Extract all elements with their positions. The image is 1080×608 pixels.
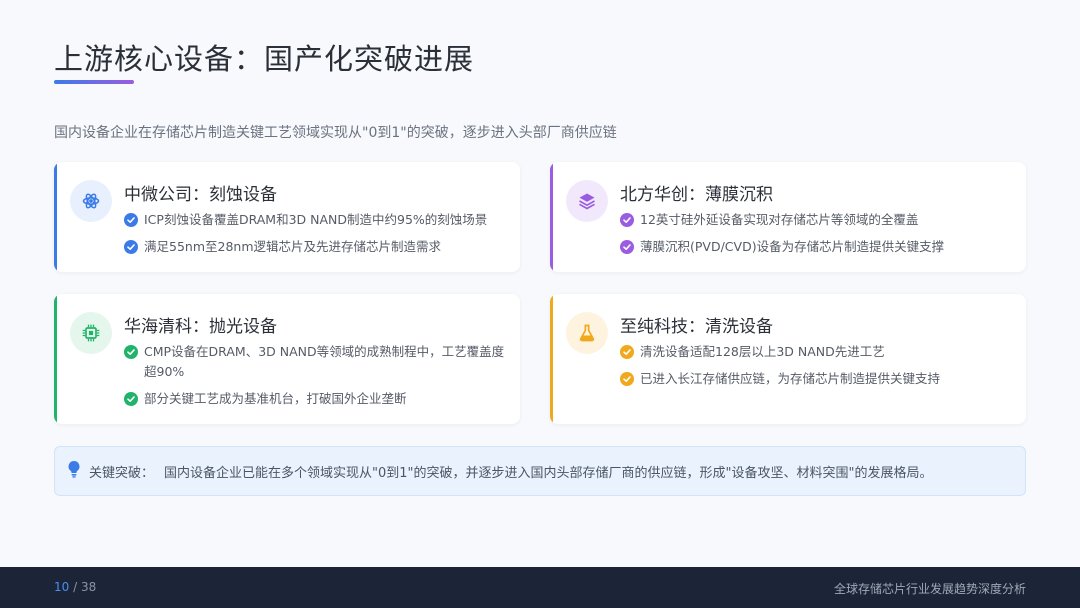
check-circle-icon <box>620 372 634 386</box>
title-underline <box>54 80 134 84</box>
check-circle-icon <box>124 240 138 254</box>
card-title: 北方华创：薄膜沉积 <box>620 185 773 205</box>
card-cleaning: 至纯科技：清洗设备 清洗设备适配128层以上3D NAND先进工艺 已进入长江存… <box>550 294 1026 424</box>
item-text: 已进入长江存储供应链，为存储芯片制造提供关键支持 <box>640 371 941 386</box>
callout-text: 国内设备企业已能在多个领域实现从"0到1"的突破，并逐步进入国内头部存储厂商的供… <box>164 465 933 481</box>
footer-bar: 10 / 38 全球存储芯片行业发展趋势深度分析 <box>0 567 1080 608</box>
key-breakthrough-callout: 关键突破： 国内设备企业已能在多个领域实现从"0到1"的突破，并逐步进入国内头部… <box>54 446 1026 496</box>
chip-icon <box>70 312 112 354</box>
total-pages: / 38 <box>73 580 97 594</box>
list-item: ICP刻蚀设备覆盖DRAM和3D NAND制造中约95%的刻蚀场景 <box>124 210 506 230</box>
check-circle-icon <box>620 345 634 359</box>
card-title: 至纯科技：清洗设备 <box>620 317 773 337</box>
list-item: 满足55nm至28nm逻辑芯片及先进存储芯片制造需求 <box>124 237 506 257</box>
list-item: 部分关键工艺成为基准机台，打破国外企业垄断 <box>124 389 506 409</box>
list-item: 薄膜沉积(PVD/CVD)设备为存储芯片制造提供关键支撑 <box>620 237 1012 257</box>
card-item-list: 12英寸硅外延设备实现对存储芯片等领域的全覆盖 薄膜沉积(PVD/CVD)设备为… <box>620 210 1012 264</box>
lightbulb-icon <box>67 460 81 482</box>
page-title: 上游核心设备：国产化突破进展 <box>54 42 475 76</box>
item-text: 部分关键工艺成为基准机台，打破国外企业垄断 <box>144 391 407 406</box>
card-polishing: 华海清科：抛光设备 CMP设备在DRAM、3D NAND等领域的成熟制程中，工艺… <box>54 294 520 424</box>
page-indicator: 10 / 38 <box>54 580 96 594</box>
check-circle-icon <box>620 213 634 227</box>
card-item-list: CMP设备在DRAM、3D NAND等领域的成熟制程中，工艺覆盖度超90% 部分… <box>124 342 506 416</box>
flask-icon <box>566 312 608 354</box>
card-item-list: 清洗设备适配128层以上3D NAND先进工艺 已进入长江存储供应链，为存储芯片… <box>620 342 1012 396</box>
item-text: 满足55nm至28nm逻辑芯片及先进存储芯片制造需求 <box>144 239 442 254</box>
card-title: 华海清科：抛光设备 <box>124 317 277 337</box>
atom-icon <box>70 180 112 222</box>
item-text: 薄膜沉积(PVD/CVD)设备为存储芯片制造提供关键支撑 <box>640 239 945 254</box>
item-text: 清洗设备适配128层以上3D NAND先进工艺 <box>640 344 885 359</box>
item-text: 12英寸硅外延设备实现对存储芯片等领域的全覆盖 <box>640 212 919 227</box>
list-item: 12英寸硅外延设备实现对存储芯片等领域的全覆盖 <box>620 210 1012 230</box>
check-circle-icon <box>124 213 138 227</box>
list-item: 已进入长江存储供应链，为存储芯片制造提供关键支持 <box>620 369 1012 389</box>
check-circle-icon <box>124 392 138 406</box>
item-text: ICP刻蚀设备覆盖DRAM和3D NAND制造中约95%的刻蚀场景 <box>144 212 488 227</box>
footer-title: 全球存储芯片行业发展趋势深度分析 <box>833 582 1026 596</box>
check-circle-icon <box>124 345 138 359</box>
card-thin-film: 北方华创：薄膜沉积 12英寸硅外延设备实现对存储芯片等领域的全覆盖 薄膜沉积(P… <box>550 162 1026 272</box>
card-item-list: ICP刻蚀设备覆盖DRAM和3D NAND制造中约95%的刻蚀场景 满足55nm… <box>124 210 506 264</box>
card-title: 中微公司：刻蚀设备 <box>124 185 277 205</box>
card-etching: 中微公司：刻蚀设备 ICP刻蚀设备覆盖DRAM和3D NAND制造中约95%的刻… <box>54 162 520 272</box>
layers-icon <box>566 180 608 222</box>
callout-label: 关键突破： <box>89 465 155 481</box>
check-circle-icon <box>620 240 634 254</box>
list-item: CMP设备在DRAM、3D NAND等领域的成熟制程中，工艺覆盖度超90% <box>124 342 506 382</box>
list-item: 清洗设备适配128层以上3D NAND先进工艺 <box>620 342 1012 362</box>
current-page: 10 <box>54 580 70 594</box>
item-text: CMP设备在DRAM、3D NAND等领域的成熟制程中，工艺覆盖度超90% <box>144 344 505 379</box>
page-subtitle: 国内设备企业在存储芯片制造关键工艺领域实现从"0到1"的突破，逐步进入头部厂商供… <box>54 125 617 141</box>
